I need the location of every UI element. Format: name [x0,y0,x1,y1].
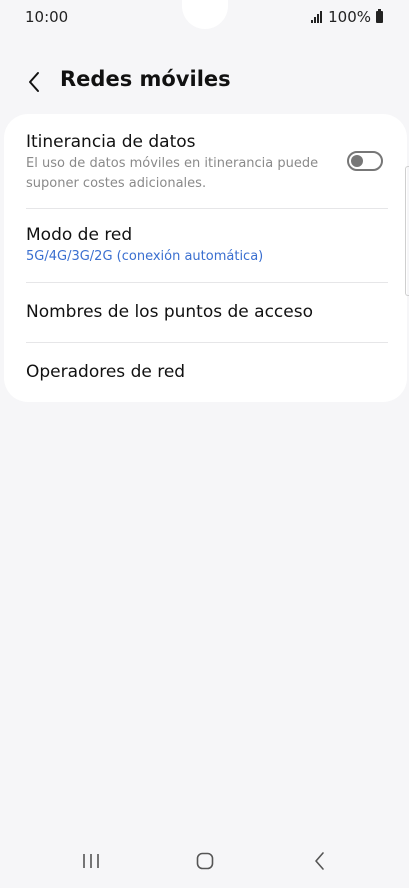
home-icon [196,852,214,870]
battery-icon [376,9,383,23]
signal-icon [311,11,323,23]
network-operators-title: Operadores de red [26,362,186,382]
home-button[interactable] [185,846,225,876]
header: Redes móviles [0,62,409,102]
access-point-names-title: Nombres de los puntos de acceso [26,302,313,322]
data-roaming-item[interactable]: Itinerancia de datos El uso de datos móv… [4,114,407,208]
recents-button[interactable] [71,846,111,876]
network-mode-title: Modo de red [26,225,133,245]
network-mode-item[interactable]: Modo de red 5G/4G/3G/2G (conexión automá… [4,209,407,282]
settings-card: Itinerancia de datos El uso de datos móv… [4,114,407,402]
camera-notch [182,0,228,29]
toggle-knob [351,155,363,167]
access-point-names-item[interactable]: Nombres de los puntos de acceso [4,283,407,342]
chevron-left-icon [29,72,39,92]
status-time: 10:00 [25,8,69,26]
page-title: Redes móviles [60,67,231,91]
battery-percentage: 100% [328,8,371,26]
scroll-handle[interactable] [405,166,409,296]
network-operators-item[interactable]: Operadores de red [4,343,407,402]
network-mode-value: 5G/4G/3G/2G (conexión automática) [26,249,264,264]
data-roaming-description: El uso de datos móviles en itinerancia p… [26,156,319,191]
status-bar: 10:00 100% [0,0,409,34]
back-icon [315,852,324,870]
back-nav-button[interactable] [300,846,340,876]
screen: 10:00 100% Redes móviles Itinerancia de … [0,0,409,888]
status-indicators: 100% [311,8,383,26]
back-button[interactable] [20,66,48,98]
navigation-bar [0,836,409,888]
data-roaming-toggle[interactable] [347,151,383,171]
data-roaming-title: Itinerancia de datos [26,132,196,152]
recents-icon [83,854,99,868]
